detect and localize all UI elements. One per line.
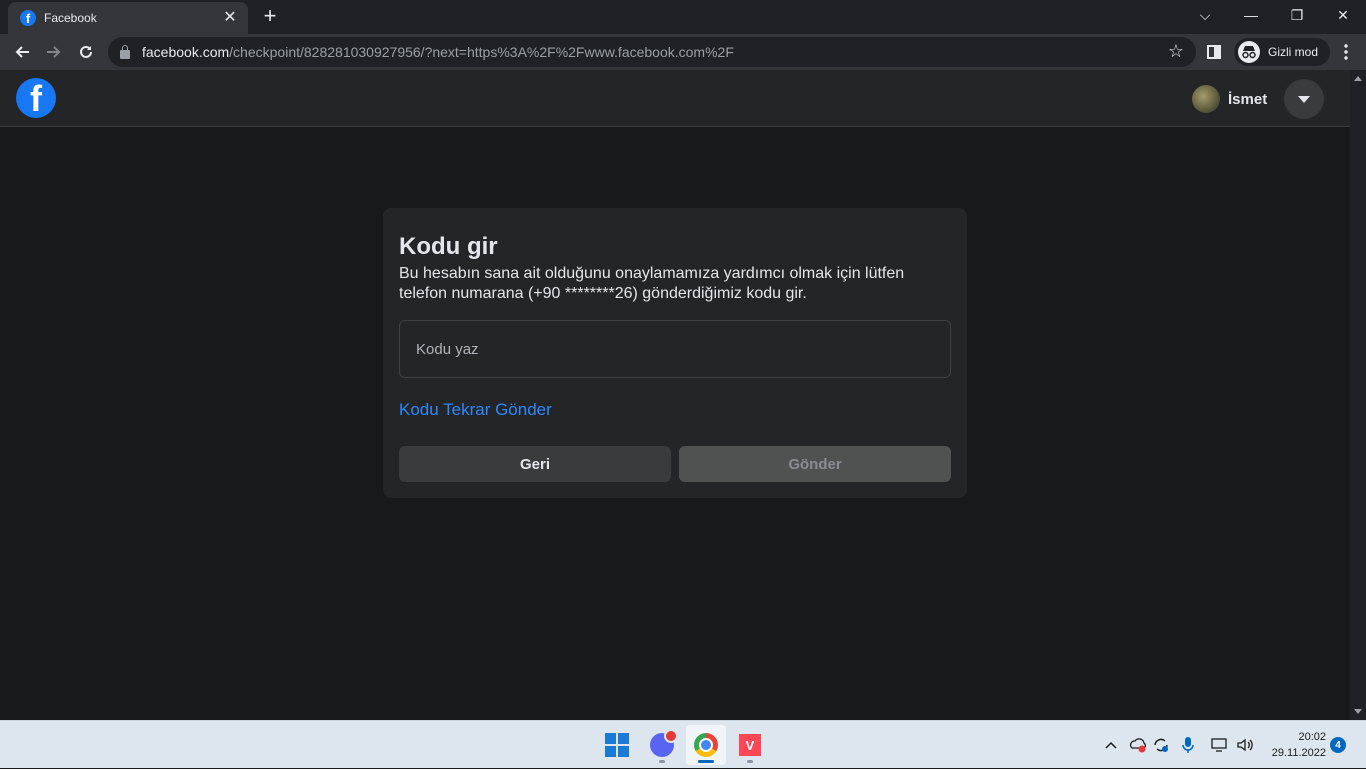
sync-icon[interactable]: [1152, 721, 1170, 769]
system-clock[interactable]: 20:02 29.11.2022: [1262, 729, 1326, 761]
page-scrollbar[interactable]: [1350, 70, 1366, 720]
lock-icon[interactable]: [120, 44, 130, 59]
tab-search-icon[interactable]: ⌵: [1182, 0, 1228, 30]
forward-icon[interactable]: [40, 38, 68, 66]
back-button[interactable]: Geri: [399, 446, 671, 482]
back-icon[interactable]: [8, 38, 36, 66]
facebook-logo-icon[interactable]: f: [16, 78, 56, 118]
app-indicator: [659, 760, 665, 763]
enter-code-card: Kodu gir Bu hesabın sana ait olduğunu on…: [383, 208, 967, 498]
facebook-favicon-icon: f: [20, 10, 36, 26]
caret-down-icon: [1298, 95, 1310, 103]
taskbar-discord[interactable]: [642, 725, 682, 765]
browser-toolbar: facebook.com/checkpoint/828281030927956/…: [0, 34, 1366, 70]
clock-date: 29.11.2022: [1271, 747, 1326, 759]
send-button[interactable]: Gönder: [679, 446, 951, 482]
tab-title: Facebook: [44, 11, 97, 25]
new-tab-icon[interactable]: +: [258, 4, 282, 28]
browser-tab[interactable]: f Facebook ✕: [8, 2, 248, 34]
address-bar[interactable]: facebook.com/checkpoint/828281030927956/…: [108, 37, 1196, 67]
close-tab-icon[interactable]: ✕: [222, 10, 238, 26]
chrome-icon: [694, 733, 718, 757]
avatar[interactable]: [1192, 85, 1220, 113]
restore-icon[interactable]: ❐: [1274, 0, 1320, 30]
volume-icon[interactable]: [1236, 721, 1254, 769]
card-actions: Geri Gönder: [399, 446, 951, 482]
star-icon[interactable]: ☆: [1168, 41, 1184, 62]
start-button[interactable]: [597, 725, 637, 765]
discord-icon: [650, 729, 678, 757]
valorant-icon: V: [739, 734, 761, 756]
profile-link[interactable]: İsmet: [1192, 84, 1267, 114]
taskbar-valorant[interactable]: V: [730, 725, 770, 765]
facebook-header: f İsmet: [0, 70, 1350, 127]
scroll-up-icon[interactable]: [1354, 76, 1362, 81]
sidebar-icon[interactable]: [1200, 38, 1228, 66]
incognito-badge[interactable]: Gizli mod: [1234, 38, 1331, 66]
account-menu-button[interactable]: [1284, 79, 1324, 119]
browser-tab-strip: f Facebook ✕ + ⌵ — ❐ ✕: [0, 0, 1366, 34]
card-title: Kodu gir: [399, 233, 498, 260]
reload-icon[interactable]: [72, 38, 100, 66]
minimize-icon[interactable]: —: [1228, 0, 1274, 30]
kebab-menu-icon[interactable]: [1332, 38, 1360, 66]
windows-taskbar: V 20:02 29.11.2022 4: [0, 720, 1366, 768]
card-description: Bu hesabın sana ait olduğunu onaylamamız…: [399, 265, 905, 302]
resend-code-link[interactable]: Kodu Tekrar Gönder: [399, 400, 552, 420]
profile-name[interactable]: İsmet: [1228, 91, 1267, 108]
incognito-label: Gizli mod: [1268, 45, 1319, 59]
onedrive-icon[interactable]: [1128, 721, 1148, 769]
microphone-icon[interactable]: [1182, 721, 1194, 769]
show-hidden-icons-icon[interactable]: [1104, 721, 1118, 769]
network-icon[interactable]: [1210, 721, 1228, 769]
app-indicator: [747, 760, 753, 763]
notification-badge[interactable]: 4: [1330, 737, 1346, 753]
url-text[interactable]: facebook.com/checkpoint/828281030927956/…: [142, 44, 734, 60]
scroll-down-icon[interactable]: [1354, 709, 1362, 714]
close-window-icon[interactable]: ✕: [1320, 0, 1366, 30]
taskbar-chrome[interactable]: [686, 725, 726, 765]
code-input[interactable]: [399, 320, 951, 378]
incognito-icon: [1238, 41, 1260, 63]
windows-icon: [605, 733, 629, 757]
app-indicator-active: [698, 760, 714, 763]
clock-time: 20:02: [1298, 731, 1326, 743]
